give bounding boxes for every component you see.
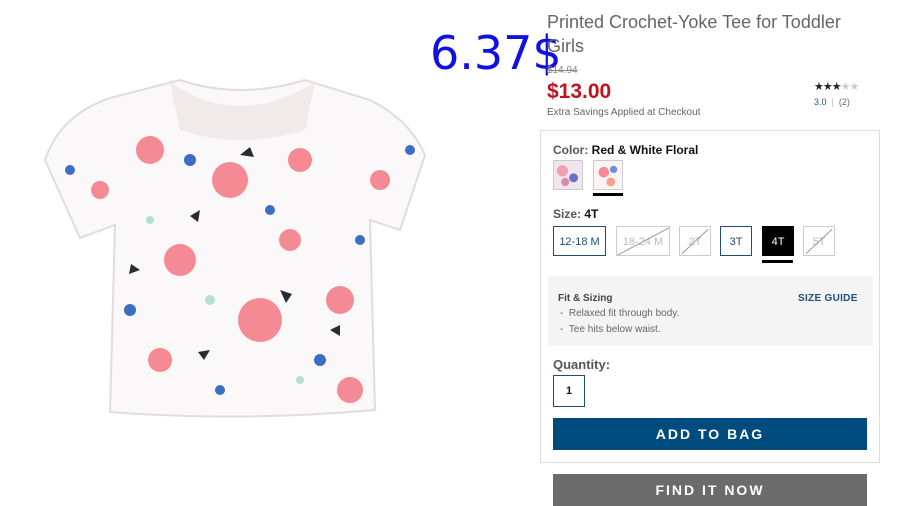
size-option-18-24m[interactable]: 18-24 M bbox=[616, 226, 670, 256]
original-price: $14.94 bbox=[547, 65, 578, 76]
size-option-2t[interactable]: 2T bbox=[679, 226, 711, 256]
selected-size-indicator bbox=[762, 260, 793, 263]
find-it-now-button[interactable]: FIND IT NOW bbox=[553, 474, 867, 506]
fit-title: Fit & Sizing bbox=[558, 293, 613, 304]
color-label: Color: Red & White Floral bbox=[553, 143, 699, 157]
divider bbox=[540, 462, 880, 463]
savings-note: Extra Savings Applied at Checkout bbox=[547, 107, 701, 118]
color-swatch-purple-floral[interactable] bbox=[553, 160, 583, 190]
size-guide-link[interactable]: SIZE GUIDE bbox=[798, 293, 858, 304]
rating-stars[interactable]: ★★★★★ bbox=[814, 80, 859, 93]
selected-color: Red & White Floral bbox=[591, 143, 699, 157]
color-swatch-red-white-floral[interactable] bbox=[593, 160, 623, 190]
quantity-label: Quantity: bbox=[553, 357, 611, 372]
size-option-4t[interactable]: 4T bbox=[762, 226, 794, 256]
product-image[interactable] bbox=[40, 60, 440, 430]
selected-size: 4T bbox=[584, 207, 599, 221]
selected-swatch-indicator bbox=[593, 193, 623, 196]
rating-count: (2) bbox=[838, 97, 850, 107]
size-label: Size: 4T bbox=[553, 207, 599, 221]
quantity-input[interactable]: 1 bbox=[553, 375, 585, 407]
product-title: Printed Crochet-Yoke Tee for Toddler Gir… bbox=[547, 12, 841, 56]
size-option-12-18m[interactable]: 12-18 M bbox=[553, 226, 606, 256]
size-option-5t[interactable]: 5T bbox=[803, 226, 835, 256]
fit-bullet: - Relaxed fit through body. bbox=[560, 308, 680, 319]
rating-value: 3.0 bbox=[814, 97, 827, 107]
sale-price: $13.00 bbox=[547, 80, 612, 103]
rating-summary[interactable]: 3.0 | (2) bbox=[814, 97, 850, 107]
size-option-3t[interactable]: 3T bbox=[720, 226, 752, 256]
fit-bullet: - Tee hits below waist. bbox=[560, 324, 661, 335]
overlay-price: 6.37$ bbox=[430, 26, 562, 80]
add-to-bag-button[interactable]: ADD TO BAG bbox=[553, 418, 867, 450]
